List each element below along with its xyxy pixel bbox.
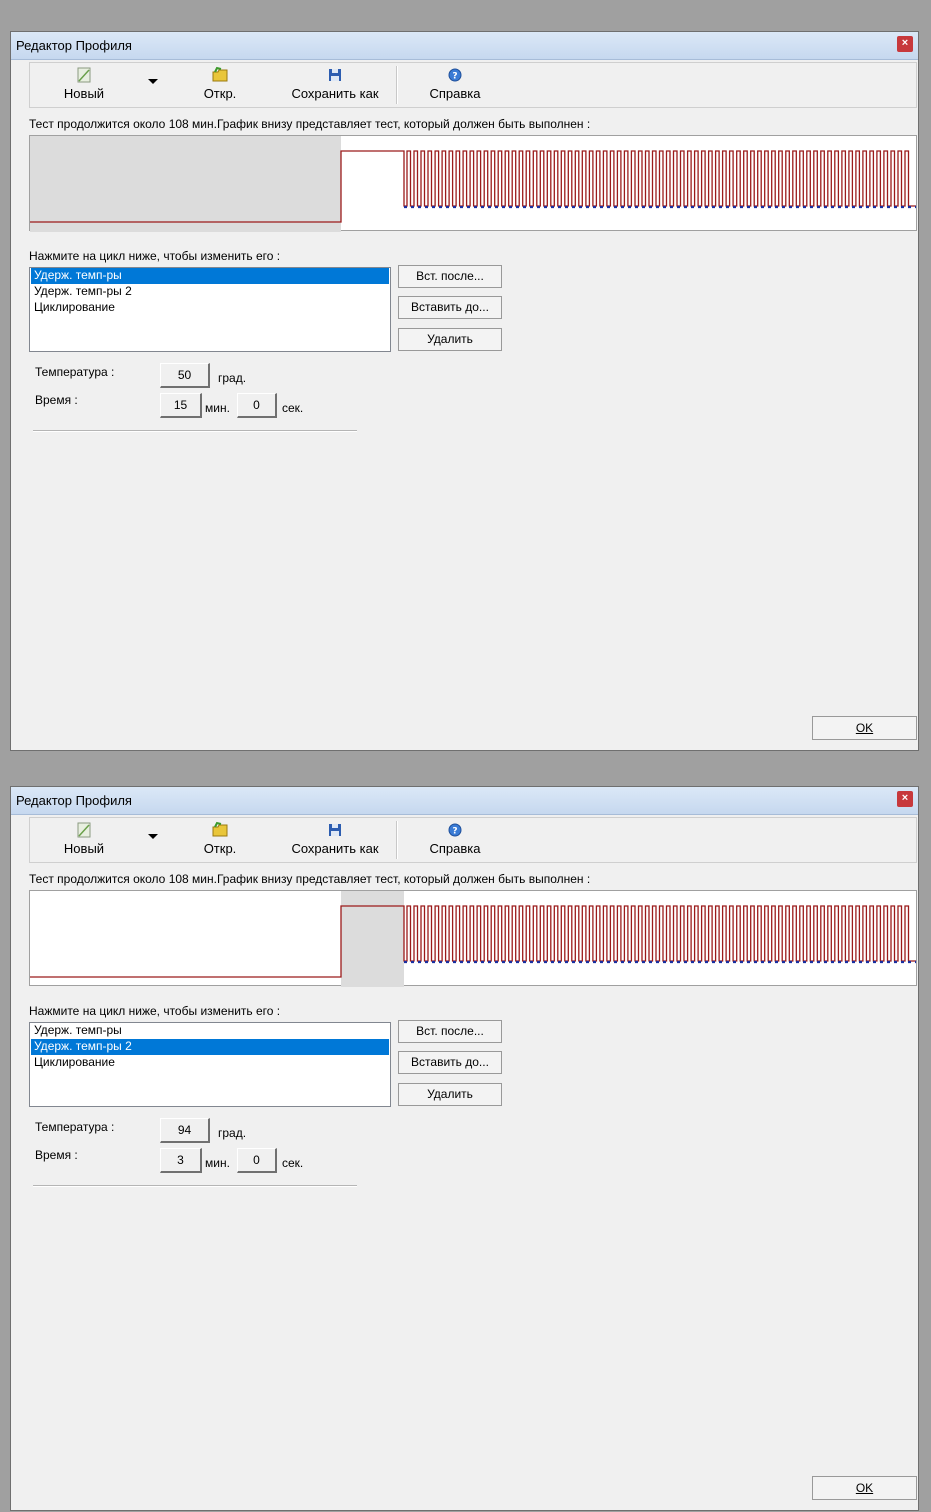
insert-after-button[interactable]: Вст. после... xyxy=(398,265,502,288)
help-question-icon: ? xyxy=(448,68,462,82)
time-label: Время : xyxy=(35,1148,78,1162)
ok-label: OK xyxy=(855,721,874,735)
ok-button[interactable]: OK xyxy=(812,1476,917,1500)
test-duration-info: Тест продолжится около 108 мин.График вн… xyxy=(29,872,591,886)
profile-graph[interactable] xyxy=(29,135,917,232)
new-label: Новый xyxy=(63,86,105,101)
time-minutes-input[interactable]: 3 xyxy=(160,1148,202,1173)
help-question-icon: ? xyxy=(448,823,462,837)
save-as-button[interactable]: Сохранить как xyxy=(280,65,390,107)
time-minutes-input[interactable]: 15 xyxy=(160,393,202,418)
temperature-profile-line xyxy=(30,905,916,978)
time-seconds-input[interactable]: 0 xyxy=(237,393,277,418)
time-label: Время : xyxy=(35,393,78,407)
time-seconds-input[interactable]: 0 xyxy=(237,1148,277,1173)
divider-line xyxy=(33,1185,357,1187)
window-title: Редактор Профиля xyxy=(16,793,132,808)
open-button[interactable]: Откр. xyxy=(196,820,244,862)
save-as-label: Сохранить как xyxy=(291,841,379,856)
cycle-list-item[interactable]: Циклирование xyxy=(31,300,389,316)
temperature-unit: град. xyxy=(218,1126,247,1140)
svg-text:?: ? xyxy=(452,827,457,837)
temperature-label: Температура : xyxy=(35,1120,115,1134)
cycle-list-item[interactable]: Удерж. темп-ры 2 xyxy=(31,1039,389,1055)
open-label: Откр. xyxy=(203,841,237,856)
cycle-list[interactable]: Удерж. темп-ры Удерж. темп-ры 2 Циклиров… xyxy=(29,1022,391,1107)
temperature-unit: град. xyxy=(218,371,247,385)
cycle-list-item[interactable]: Циклирование xyxy=(31,1055,389,1071)
open-button[interactable]: Откр. xyxy=(196,65,244,107)
new-dropdown-arrow-icon[interactable] xyxy=(148,834,158,839)
title-bar[interactable]: Редактор Профиля × xyxy=(11,787,918,815)
edit-cycle-prompt: Нажмите на цикл ниже, чтобы изменить его… xyxy=(29,1004,281,1018)
cycle-list-item[interactable]: Удерж. темп-ры xyxy=(31,1023,389,1039)
cycle-list[interactable]: Удерж. темп-ры Удерж. темп-ры 2 Циклиров… xyxy=(29,267,391,352)
temperature-input[interactable]: 94 xyxy=(160,1118,210,1143)
profile-graph[interactable] xyxy=(29,890,917,987)
test-duration-info: Тест продолжится около 108 мин.График вн… xyxy=(29,117,591,131)
open-folder-icon xyxy=(212,66,228,82)
toolbar: Новый Откр. Сохранить как ? Справка xyxy=(29,817,917,863)
profile-editor-window: Редактор Профиля × Новый Откр. Сохранить… xyxy=(10,31,919,751)
save-as-button[interactable]: Сохранить как xyxy=(280,820,390,862)
delete-button[interactable]: Удалить xyxy=(398,1083,502,1106)
edit-cycle-prompt: Нажмите на цикл ниже, чтобы изменить его… xyxy=(29,249,281,263)
profile-graph-svg xyxy=(30,891,916,987)
close-button[interactable]: × xyxy=(897,791,913,807)
toolbar-separator xyxy=(396,66,398,104)
help-button[interactable]: ? Справка xyxy=(424,820,486,862)
cycle-list-item[interactable]: Удерж. темп-ры 2 xyxy=(31,284,389,300)
ok-button[interactable]: OK xyxy=(812,716,917,740)
divider-line xyxy=(33,430,357,432)
save-as-label: Сохранить как xyxy=(291,86,379,101)
new-button[interactable]: Новый xyxy=(56,65,112,107)
new-dropdown-arrow-icon[interactable] xyxy=(148,79,158,84)
svg-text:?: ? xyxy=(452,72,457,82)
seconds-unit: сек. xyxy=(282,1156,304,1170)
cycle-list-item[interactable]: Удерж. темп-ры xyxy=(31,268,389,284)
new-profile-icon xyxy=(77,67,91,83)
insert-before-button[interactable]: Вставить до... xyxy=(398,296,502,319)
help-label: Справка xyxy=(429,86,481,101)
help-button[interactable]: ? Справка xyxy=(424,65,486,107)
insert-before-button[interactable]: Вставить до... xyxy=(398,1051,502,1074)
title-bar[interactable]: Редактор Профиля × xyxy=(11,32,918,60)
new-profile-icon xyxy=(77,822,91,838)
temperature-input[interactable]: 50 xyxy=(160,363,210,388)
floppy-disk-icon xyxy=(329,824,341,836)
minutes-unit: мин. xyxy=(205,401,230,415)
new-label: Новый xyxy=(63,841,105,856)
highlighted-step-area xyxy=(30,136,341,232)
seconds-unit: сек. xyxy=(282,401,304,415)
toolbar-separator xyxy=(396,821,398,859)
ok-label: OK xyxy=(855,1481,874,1495)
temperature-label: Температура : xyxy=(35,365,115,379)
open-label: Откр. xyxy=(203,86,237,101)
toolbar: Новый Откр. Сохранить как ? Справка xyxy=(29,62,917,108)
floppy-disk-icon xyxy=(329,69,341,81)
help-label: Справка xyxy=(429,841,481,856)
insert-after-button[interactable]: Вст. после... xyxy=(398,1020,502,1043)
close-button[interactable]: × xyxy=(897,36,913,52)
minutes-unit: мин. xyxy=(205,1156,230,1170)
delete-button[interactable]: Удалить xyxy=(398,328,502,351)
profile-editor-window: Редактор Профиля × Новый Откр. Сохранить… xyxy=(10,786,919,1511)
new-button[interactable]: Новый xyxy=(56,820,112,862)
open-folder-icon xyxy=(212,821,228,837)
window-title: Редактор Профиля xyxy=(16,38,132,53)
profile-graph-svg xyxy=(30,136,916,232)
